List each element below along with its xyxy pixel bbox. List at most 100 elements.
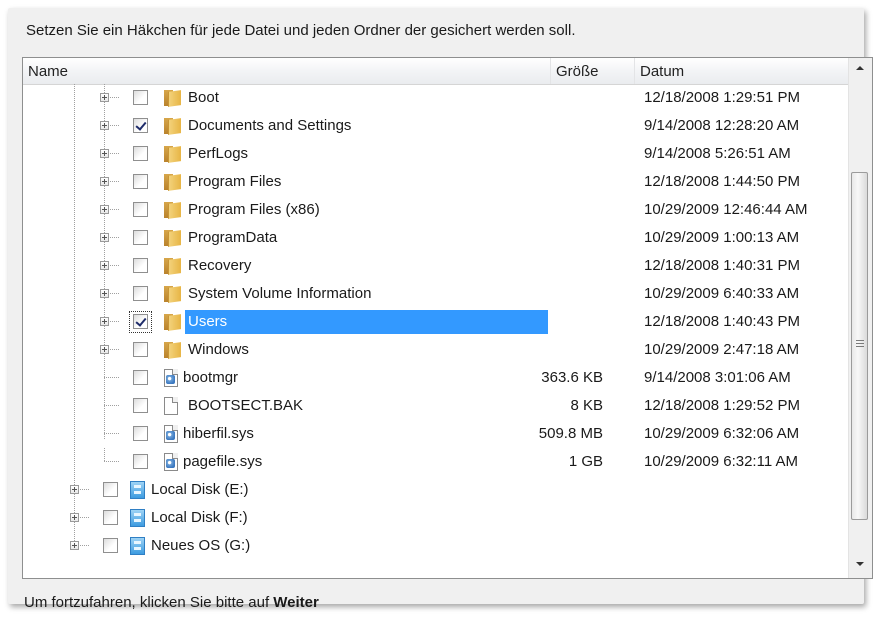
row-checkbox[interactable] [133, 118, 148, 133]
item-name: Neues OS (G:) [151, 537, 251, 554]
item-name: Local Disk (E:) [151, 481, 249, 498]
row-checkbox[interactable] [133, 454, 148, 469]
item-date: 10/29/2009 2:47:18 AM [644, 341, 800, 358]
expand-icon[interactable] [100, 317, 109, 326]
item-date: 10/29/2009 12:46:44 AM [644, 201, 808, 218]
item-name: pagefile.sys [183, 453, 263, 470]
row-checkbox[interactable] [103, 510, 118, 525]
row-checkbox[interactable] [133, 146, 148, 161]
arrow-down-icon [856, 562, 864, 566]
tree-row[interactable]: Boot 12/18/2008 1:29:51 PM [23, 84, 849, 112]
expand-icon[interactable] [100, 177, 109, 186]
scroll-up-button[interactable] [849, 58, 872, 82]
row-checkbox[interactable] [133, 258, 148, 273]
tree-row[interactable]: hiberfil.sys 509.8 MB 10/29/2009 6:32:06… [23, 420, 849, 448]
column-date-header[interactable]: Datum [635, 58, 849, 84]
tree-connector [104, 461, 120, 462]
expand-icon[interactable] [70, 541, 79, 550]
tree-row[interactable]: BOOTSECT.BAK 8 KB 12/18/2008 1:29:52 PM [23, 392, 849, 420]
system-file-icon [164, 425, 178, 443]
system-file-icon [164, 453, 178, 471]
item-name: ProgramData [188, 229, 278, 246]
tree-row[interactable]: Recovery 12/18/2008 1:40:31 PM [23, 252, 849, 280]
folder-icon [164, 342, 181, 359]
tree-row[interactable]: pagefile.sys 1 GB 10/29/2009 6:32:11 AM [23, 448, 849, 476]
footer-hint-action: Weiter [273, 594, 319, 611]
tree-connector [110, 349, 120, 350]
item-date: 12/18/2008 1:40:43 PM [644, 313, 800, 330]
tree-connector [110, 321, 120, 322]
item-name: Boot [188, 89, 219, 106]
item-name-selected: Users [185, 310, 548, 334]
tree-row[interactable]: Local Disk (E:) [23, 476, 849, 504]
row-checkbox[interactable] [133, 370, 148, 385]
grip-line [856, 346, 864, 347]
row-checkbox[interactable] [133, 90, 148, 105]
expand-icon[interactable] [100, 149, 109, 158]
row-checkbox[interactable] [103, 538, 118, 553]
row-checkbox[interactable] [133, 202, 148, 217]
folder-icon [164, 314, 181, 331]
tree-row[interactable]: ProgramData 10/29/2009 1:00:13 AM [23, 224, 849, 252]
item-date: 9/14/2008 5:26:51 AM [644, 145, 791, 162]
tree-row[interactable]: Program Files 12/18/2008 1:44:50 PM [23, 168, 849, 196]
expand-icon[interactable] [70, 485, 79, 494]
row-checkbox[interactable] [133, 174, 148, 189]
tree-connector [80, 545, 90, 546]
item-name: Recovery [188, 257, 252, 274]
expand-icon[interactable] [100, 205, 109, 214]
row-checkbox[interactable] [133, 342, 148, 357]
folder-icon [164, 118, 181, 135]
expand-icon[interactable] [100, 93, 109, 102]
column-size-header[interactable]: Größe [551, 58, 635, 84]
item-name: PerfLogs [188, 145, 249, 162]
tree-row[interactable]: PerfLogs 9/14/2008 5:26:51 AM [23, 140, 849, 168]
column-name-header[interactable]: Name [23, 58, 551, 84]
folder-icon [164, 230, 181, 247]
vertical-scrollbar[interactable] [848, 58, 872, 578]
item-size: 363.6 KB [541, 369, 603, 386]
item-date: 12/18/2008 1:29:51 PM [644, 89, 800, 106]
tree-row[interactable]: System Volume Information 10/29/2009 6:4… [23, 280, 849, 308]
scroll-down-button[interactable] [849, 552, 872, 576]
expand-icon[interactable] [100, 345, 109, 354]
item-name: BOOTSECT.BAK [188, 397, 304, 414]
row-checkbox[interactable] [133, 426, 148, 441]
item-name: Windows [188, 341, 249, 358]
tree-connector [110, 237, 120, 238]
tree-row-selected[interactable]: Users 12/18/2008 1:40:43 PM [23, 308, 849, 336]
tree-guide-line [104, 448, 105, 462]
system-file-icon [164, 369, 178, 387]
file-icon [164, 397, 178, 415]
row-checkbox[interactable] [103, 482, 118, 497]
row-checkbox[interactable] [133, 398, 148, 413]
tree-row[interactable]: Local Disk (F:) [23, 504, 849, 532]
expand-icon[interactable] [100, 289, 109, 298]
item-date: 12/18/2008 1:29:52 PM [644, 397, 800, 414]
item-size: 509.8 MB [538, 425, 603, 442]
tree-row[interactable]: Program Files (x86) 10/29/2009 12:46:44 … [23, 196, 849, 224]
item-size: 8 KB [570, 397, 603, 414]
footer-hint: Um fortzufahren, klicken Sie bitte auf W… [24, 594, 319, 611]
row-checkbox[interactable] [133, 314, 148, 329]
item-date: 12/18/2008 1:40:31 PM [644, 257, 800, 274]
column-header: Name Größe Datum [23, 58, 849, 85]
item-size: 1 GB [568, 453, 603, 470]
tree-row[interactable]: Windows 10/29/2009 2:47:18 AM [23, 336, 849, 364]
expand-icon[interactable] [70, 513, 79, 522]
tree-connector [80, 489, 90, 490]
expand-icon[interactable] [100, 233, 109, 242]
tree-row[interactable]: Neues OS (G:) [23, 532, 849, 560]
expand-icon[interactable] [100, 121, 109, 130]
scroll-thumb[interactable] [851, 172, 868, 520]
tree-row[interactable]: Documents and Settings 9/14/2008 12:28:2… [23, 112, 849, 140]
tree-connector [104, 377, 120, 378]
file-tree[interactable]: Name Größe Datum Boot 12/18/2008 1:29:51… [22, 57, 873, 579]
tree-row[interactable]: bootmgr 363.6 KB 9/14/2008 3:01:06 AM [23, 364, 849, 392]
expand-icon[interactable] [100, 261, 109, 270]
item-name: Program Files [188, 173, 282, 190]
drive-icon [130, 481, 145, 499]
row-checkbox[interactable] [133, 230, 148, 245]
row-checkbox[interactable] [133, 286, 148, 301]
item-date: 12/18/2008 1:44:50 PM [644, 173, 800, 190]
